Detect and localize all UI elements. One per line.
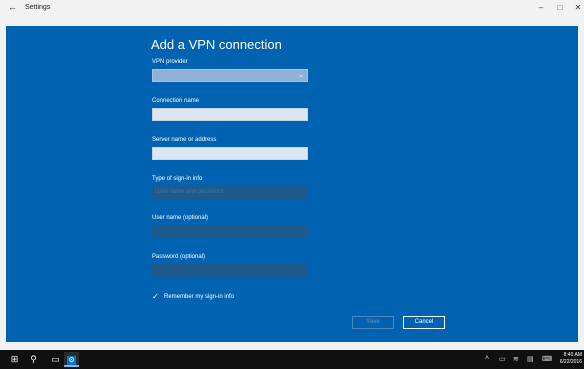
clock-date: 6/22/2016	[559, 359, 582, 365]
save-button[interactable]: Save	[352, 316, 394, 329]
taskbar: ⊞ ⚲ ▭ ⚙ ˄ ▭ ≋ ▤ ⌨ 8:40 AM 6/22/2016	[0, 350, 584, 369]
back-button[interactable]: ←	[8, 2, 17, 12]
password-input[interactable]	[152, 264, 308, 277]
chevron-down-icon: ⌄	[298, 72, 304, 79]
remember-label: Remember my sign-in info	[164, 294, 235, 300]
username-label: User name (optional)	[152, 215, 209, 221]
maximize-button[interactable]: □	[555, 3, 565, 12]
task-view-icon[interactable]: ▭	[48, 352, 63, 367]
server-label: Server name or address	[152, 137, 217, 143]
network-icon[interactable]: ≋	[513, 355, 519, 363]
remember-checkbox[interactable]: ✓	[152, 293, 160, 301]
title-bar: ← Settings – □ ✕	[0, 0, 584, 17]
clock[interactable]: 8:40 AM 6/22/2016	[556, 352, 582, 366]
window-title: Settings	[25, 4, 51, 11]
vpn-dialog: Add a VPN connection VPN provider ⌄ Conn…	[6, 26, 578, 342]
keyboard-icon[interactable]: ⌨	[542, 355, 552, 363]
search-icon[interactable]: ⚲	[26, 352, 41, 367]
chevron-up-icon[interactable]: ˄	[485, 355, 489, 362]
windows-start-icon[interactable]: ⊞	[7, 352, 22, 367]
dialog-title: Add a VPN connection	[151, 37, 282, 52]
volume-icon[interactable]: ▤	[527, 355, 534, 363]
connection-name-input[interactable]	[152, 108, 308, 121]
vpn-provider-dropdown[interactable]: ⌄	[152, 69, 308, 82]
cancel-button[interactable]: Cancel	[403, 316, 445, 329]
settings-app-icon[interactable]: ⚙	[64, 352, 79, 367]
sign-in-type-value: User name and password	[155, 189, 224, 195]
gear-icon: ⚙	[67, 356, 76, 365]
password-label: Password (optional)	[152, 254, 206, 260]
sign-in-type-label: Type of sign-in info	[152, 176, 203, 182]
minimize-button[interactable]: –	[536, 3, 546, 12]
connection-name-label: Connection name	[152, 98, 200, 104]
vpn-provider-label: VPN provider	[152, 59, 188, 65]
sign-in-type-dropdown[interactable]: User name and password	[152, 186, 308, 199]
close-button[interactable]: ✕	[573, 3, 583, 12]
username-input[interactable]	[152, 225, 308, 238]
clock-time: 8:40 AM	[563, 352, 582, 358]
battery-icon[interactable]: ▭	[499, 355, 506, 363]
server-input[interactable]	[152, 147, 308, 160]
